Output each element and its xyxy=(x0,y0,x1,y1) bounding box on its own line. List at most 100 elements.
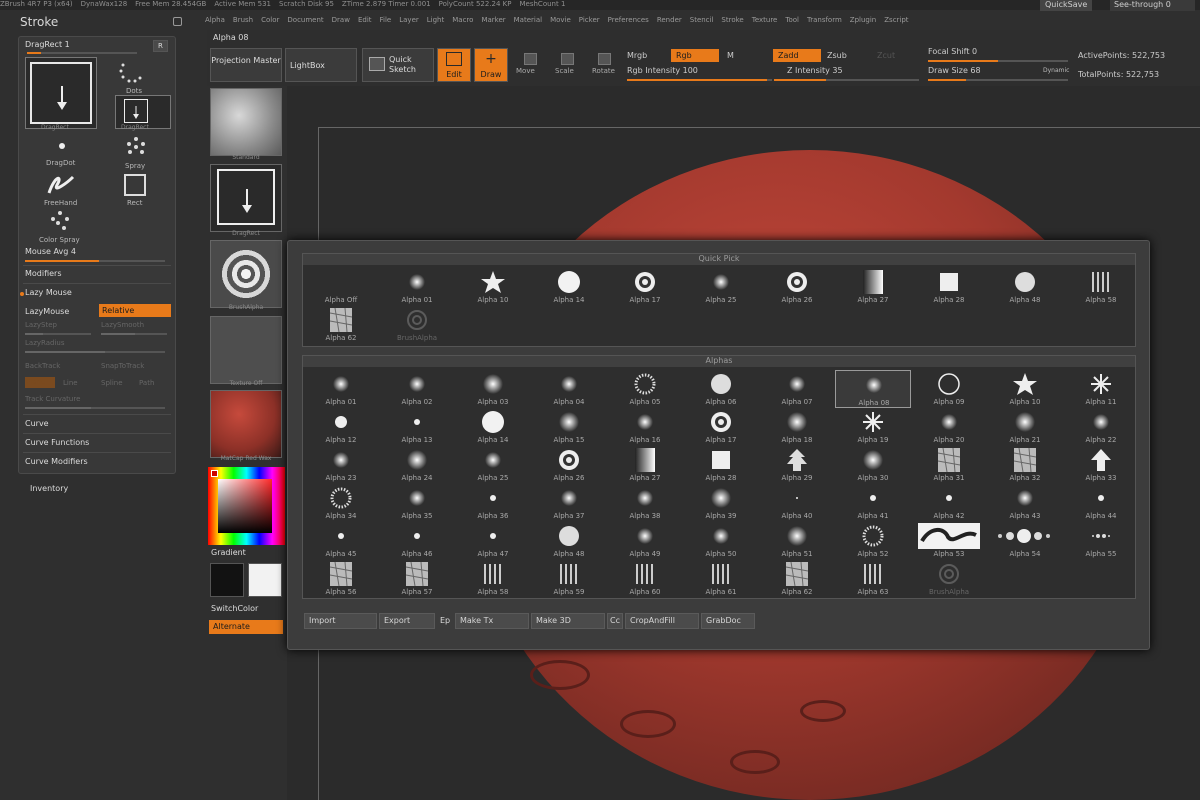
m-button[interactable]: M xyxy=(727,51,734,60)
lazysmooth-slider[interactable]: LazySmooth xyxy=(101,321,144,329)
curve-modifiers-section[interactable]: Curve Modifiers xyxy=(25,457,88,466)
alpha-tile[interactable]: Alpha 56 xyxy=(303,560,379,598)
alpha-tile[interactable]: Alpha 20 xyxy=(911,408,987,446)
color-spray-stroke-icon[interactable] xyxy=(47,209,73,233)
alpha-tile[interactable]: Alpha 18 xyxy=(759,408,835,446)
inventory-section[interactable]: Inventory xyxy=(30,484,68,493)
popout-icon[interactable] xyxy=(173,17,182,26)
alpha-tile[interactable]: Alpha 14 xyxy=(455,408,531,446)
alpha-tile[interactable]: Alpha 06 xyxy=(683,370,759,408)
track-curvature-slider[interactable]: Track Curvature xyxy=(25,395,80,403)
alpha-tile[interactable]: Alpha 16 xyxy=(607,408,683,446)
lightbox-button[interactable]: LightBox xyxy=(285,48,357,82)
menu-item-brush[interactable]: Brush xyxy=(233,16,253,24)
menu-item-stroke[interactable]: Stroke xyxy=(721,16,743,24)
color-picker[interactable] xyxy=(208,467,285,545)
rotate-button[interactable]: Rotate xyxy=(592,67,615,75)
alpha-tile[interactable]: Alpha 15 xyxy=(531,408,607,446)
path-button[interactable]: Path xyxy=(139,379,154,387)
zsub-button[interactable]: Zsub xyxy=(827,51,847,60)
alpha-tile[interactable]: Alpha 17 xyxy=(683,408,759,446)
alpha-tile[interactable]: Alpha 09 xyxy=(911,370,987,408)
menu-item-zscript[interactable]: Zscript xyxy=(884,16,908,24)
alpha-tile[interactable]: Alpha 24 xyxy=(379,446,455,484)
alpha-tile[interactable]: Alpha 32 xyxy=(987,446,1063,484)
menu-item-stencil[interactable]: Stencil xyxy=(690,16,714,24)
alpha-tile[interactable]: Alpha 22 xyxy=(1063,408,1139,446)
alpha-tile[interactable]: Alpha 36 xyxy=(455,484,531,522)
alpha-tile[interactable]: Alpha 50 xyxy=(683,522,759,560)
alpha-tile[interactable]: Alpha 52 xyxy=(835,522,911,560)
menu-item-picker[interactable]: Picker xyxy=(579,16,600,24)
stroke-dragrect-large[interactable] xyxy=(25,57,97,129)
secondary-color-swatch[interactable] xyxy=(248,563,282,597)
texture-thumbnail[interactable] xyxy=(210,316,282,384)
alpha-tile[interactable]: Alpha 53 xyxy=(911,522,987,560)
menu-item-transform[interactable]: Transform xyxy=(807,16,842,24)
alpha-tile[interactable]: Alpha 46 xyxy=(379,522,455,560)
alpha-tile[interactable]: Alpha 58 xyxy=(455,560,531,598)
quicksave-button[interactable]: QuickSave xyxy=(1040,0,1093,11)
alpha-tile[interactable]: Alpha 41 xyxy=(835,484,911,522)
menu-item-zplugin[interactable]: Zplugin xyxy=(850,16,876,24)
alpha-tile[interactable]: Alpha 27 xyxy=(835,268,911,306)
brush-standard-thumbnail[interactable] xyxy=(210,88,282,156)
alpha-tile[interactable]: BrushAlpha xyxy=(379,306,455,344)
menu-item-tool[interactable]: Tool xyxy=(785,16,799,24)
alpha-tile[interactable]: Alpha 37 xyxy=(531,484,607,522)
mrgb-button[interactable]: Mrgb xyxy=(627,51,647,60)
alpha-tile[interactable]: Alpha 54 xyxy=(987,522,1063,560)
reset-stroke-button[interactable]: R xyxy=(153,40,168,52)
make-3d-button[interactable]: Make 3D xyxy=(531,613,605,629)
alpha-tile[interactable]: Alpha 25 xyxy=(683,268,759,306)
alpha-tile[interactable]: Alpha 12 xyxy=(303,408,379,446)
menu-item-document[interactable]: Document xyxy=(287,16,323,24)
alpha-tile[interactable]: Alpha 13 xyxy=(379,408,455,446)
alpha-tile[interactable]: Alpha 35 xyxy=(379,484,455,522)
menu-item-edit[interactable]: Edit xyxy=(358,16,372,24)
projection-master-button[interactable]: Projection Master xyxy=(210,48,282,82)
menu-item-color[interactable]: Color xyxy=(261,16,279,24)
modifiers-section[interactable]: Modifiers xyxy=(25,269,62,278)
alpha-tile[interactable]: Alpha 45 xyxy=(303,522,379,560)
alpha-tile[interactable]: Alpha 26 xyxy=(531,446,607,484)
cropandfill-button[interactable]: CropAndFill xyxy=(625,613,699,629)
menu-item-preferences[interactable]: Preferences xyxy=(608,16,649,24)
alpha-tile[interactable]: Alpha 11 xyxy=(1063,370,1139,408)
rect-stroke-icon[interactable] xyxy=(124,174,146,196)
alpha-tile[interactable]: Alpha 58 xyxy=(1063,268,1139,306)
alpha-tile[interactable]: Alpha 01 xyxy=(303,370,379,408)
alpha-tile[interactable]: Alpha 03 xyxy=(455,370,531,408)
alpha-tile[interactable]: Alpha 43 xyxy=(987,484,1063,522)
alpha-tile[interactable]: Alpha 29 xyxy=(759,446,835,484)
primary-color-swatch[interactable] xyxy=(210,563,244,597)
gradient-toggle[interactable]: Gradient xyxy=(211,548,246,557)
alpha-tile[interactable]: Alpha 10 xyxy=(987,370,1063,408)
rgb-intensity-slider[interactable]: Rgb Intensity 100 xyxy=(627,66,698,75)
alpha-tile[interactable]: Alpha 42 xyxy=(911,484,987,522)
rgb-button[interactable]: Rgb xyxy=(671,49,719,62)
move-button[interactable]: Move xyxy=(516,67,535,75)
menu-item-alpha[interactable]: Alpha xyxy=(205,16,225,24)
alpha-tile[interactable]: Alpha 26 xyxy=(759,268,835,306)
alpha-tile[interactable]: Alpha 10 xyxy=(455,268,531,306)
alpha-tile[interactable]: Alpha 48 xyxy=(531,522,607,560)
zadd-button[interactable]: Zadd xyxy=(773,49,821,62)
backtrack-toggle[interactable]: BackTrack xyxy=(25,362,60,370)
alpha-tile[interactable]: Alpha 25 xyxy=(455,446,531,484)
menu-item-texture[interactable]: Texture xyxy=(752,16,778,24)
z-intensity-track[interactable] xyxy=(774,79,919,81)
stroke-thumbnail[interactable] xyxy=(210,164,282,232)
plane-button[interactable]: Plane xyxy=(25,377,55,388)
alpha-tile[interactable]: Alpha 07 xyxy=(759,370,835,408)
dragdot-stroke-icon[interactable] xyxy=(49,135,75,157)
spline-button[interactable]: Spline xyxy=(101,379,123,387)
switchcolor-button[interactable]: SwitchColor xyxy=(211,604,258,613)
make-tx-button[interactable]: Make Tx xyxy=(455,613,529,629)
alpha-tile[interactable]: Alpha Off xyxy=(303,268,379,306)
curve-functions-section[interactable]: Curve Functions xyxy=(25,438,89,447)
alpha-tile[interactable]: Alpha 08 xyxy=(835,370,911,408)
menu-item-render[interactable]: Render xyxy=(657,16,682,24)
alpha-tile[interactable]: Alpha 31 xyxy=(911,446,987,484)
alpha-tile[interactable]: Alpha 04 xyxy=(531,370,607,408)
